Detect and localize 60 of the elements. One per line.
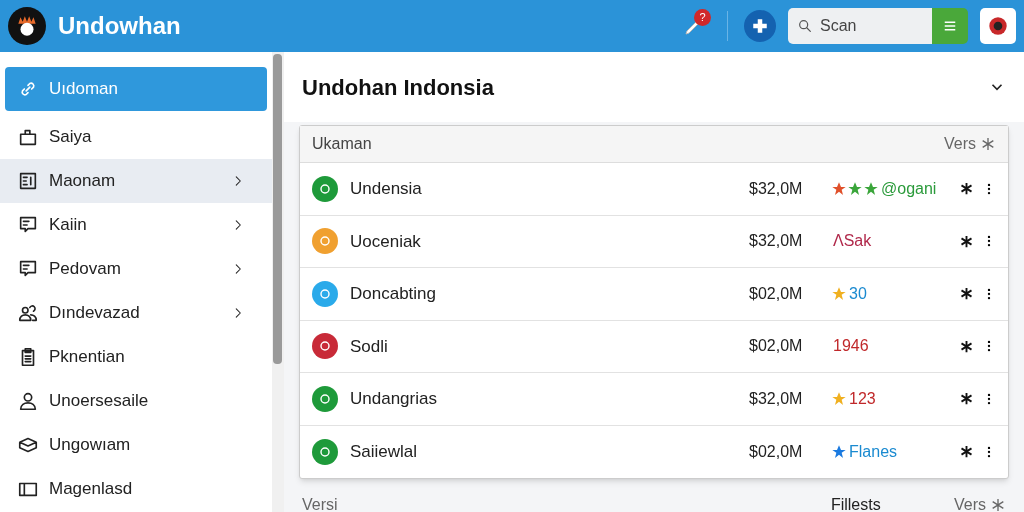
sidebar-item[interactable]: Pedovam	[0, 247, 272, 291]
sidebar-item[interactable]: Pknentian	[0, 335, 272, 379]
row-amount: $32,0M	[749, 231, 804, 252]
search-field[interactable]: Scan	[788, 8, 932, 44]
asterisk-button[interactable]	[959, 338, 974, 354]
asterisk-icon	[959, 286, 974, 302]
notification-button[interactable]: ?	[677, 9, 711, 43]
asterisk-icon	[990, 497, 1006, 512]
asterisk-icon	[980, 136, 996, 152]
asterisk-icon	[959, 338, 974, 354]
footer-text: Fillests	[830, 495, 881, 512]
plus-icon	[751, 17, 769, 35]
logo-icon	[8, 7, 46, 45]
scrollbar-thumb[interactable]	[273, 54, 282, 364]
row-name: Sodli	[350, 335, 389, 358]
row-amount: $32,0M	[749, 388, 804, 409]
row-name: Saiiewlal	[350, 441, 419, 463]
asterisk-icon	[959, 233, 974, 249]
sidebar-item[interactable]: Kaiin	[0, 203, 272, 247]
row-tag: 123	[849, 386, 876, 411]
row-tag: 1946	[833, 334, 869, 359]
sort-button[interactable]: Vers	[954, 493, 1006, 512]
sidebar-item[interactable]: Dındevazad	[0, 291, 272, 335]
avatar[interactable]	[980, 8, 1016, 44]
footer-text: Versi	[302, 495, 338, 512]
people-icon	[17, 302, 39, 324]
row-tag: 30	[849, 281, 867, 306]
search-icon	[797, 18, 813, 34]
asterisk-icon	[959, 391, 974, 407]
sidebar-item[interactable]: Saiya	[0, 115, 272, 159]
add-button[interactable]	[744, 10, 776, 42]
sidebar-item[interactable]: Unoersesaile	[0, 379, 272, 423]
row-name: Undangrias	[350, 388, 438, 410]
sidebar-item[interactable]: Maonam	[0, 159, 272, 203]
form-icon	[17, 170, 39, 192]
asterisk-button[interactable]	[959, 444, 974, 460]
asterisk-button[interactable]	[959, 233, 974, 249]
asterisk-icon	[959, 181, 974, 197]
row-tag: ΛSak	[833, 229, 872, 254]
row-name: Doncabting	[350, 283, 437, 305]
row-amount: $02,0M	[749, 441, 804, 462]
row-name: Uoceniak	[350, 230, 422, 253]
asterisk-button[interactable]	[959, 391, 974, 407]
notification-badge: ?	[694, 9, 711, 26]
row-tag: Flanes	[849, 439, 898, 464]
sidebar-item[interactable]: Ungowıam	[0, 423, 272, 467]
row-amount: $32,0M	[749, 178, 804, 199]
row-amount: $02,0M	[749, 336, 804, 357]
row-amount: $02,0M	[749, 283, 804, 304]
asterisk-icon	[959, 444, 974, 460]
asterisk-button[interactable]	[959, 181, 974, 197]
sort-button[interactable]: Vers	[944, 132, 996, 156]
app-title: Undowhan	[58, 11, 181, 41]
row-name: Undensia	[350, 178, 423, 200]
page-heading: Undohan Indonsia	[302, 73, 494, 102]
person-icon	[17, 390, 39, 412]
sidebar-item[interactable]: Magenlasd	[0, 467, 272, 511]
table-title: Ukaman	[312, 134, 372, 154]
row-tag: @ogani	[881, 176, 937, 201]
asterisk-button[interactable]	[959, 286, 974, 302]
